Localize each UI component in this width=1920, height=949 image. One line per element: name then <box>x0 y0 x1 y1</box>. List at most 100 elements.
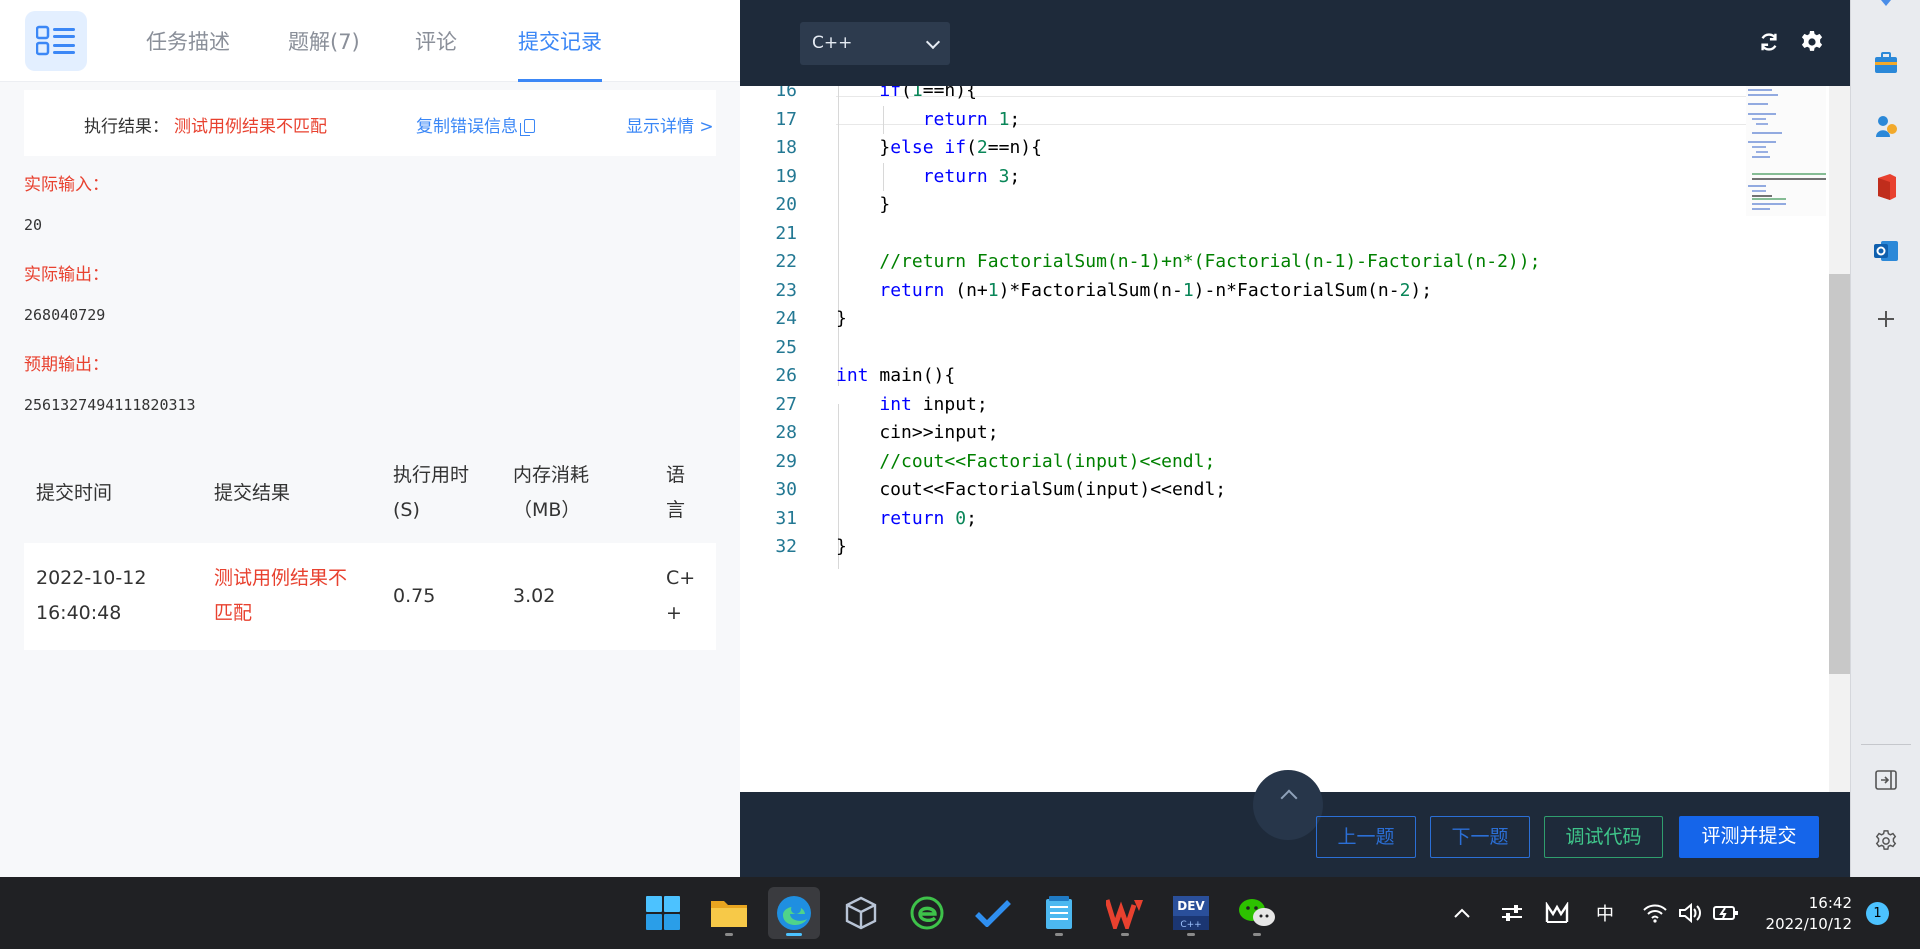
result-value: 测试用例结果不匹配 <box>174 117 327 137</box>
prev-problem-button[interactable]: 上一题 <box>1316 816 1416 858</box>
running-indicator <box>725 933 733 936</box>
header-language: 语言 <box>666 458 685 528</box>
line-code: return 1; <box>922 108 1021 130</box>
line-number: 21 <box>775 222 797 244</box>
header-submit-time: 提交时间 <box>36 482 113 504</box>
language-select[interactable]: C++ <box>800 22 950 65</box>
wechat-icon <box>1239 899 1275 926</box>
office-icon[interactable] <box>1872 173 1900 201</box>
taskbar-browser[interactable] <box>901 887 953 939</box>
taskbar-file-explorer[interactable] <box>703 887 755 939</box>
table-row[interactable]: 2022-10-12 16:40:48 测试用例结果不 匹配 0.75 3.02 C… <box>24 543 716 650</box>
expected-output-value: 2561327494111820313 <box>24 396 196 414</box>
code-editor[interactable]: 16 if(1==n){17 return 1; 18 }else if(2==n… <box>740 86 1850 792</box>
header-memory: 内存消耗 （MB） <box>513 458 589 528</box>
row-memory: 3.02 <box>513 585 556 607</box>
input-method-icon[interactable] <box>1545 902 1569 924</box>
taskbar-devcpp[interactable]: DEV C++ <box>1165 887 1217 939</box>
refresh-icon[interactable] <box>1758 31 1780 53</box>
taskbar-notepad[interactable] <box>1033 887 1085 939</box>
debug-code-button[interactable]: 调试代码 <box>1544 816 1663 858</box>
add-icon[interactable] <box>1872 305 1900 333</box>
line-code: //cout<<Factorial(input)<<endl; <box>879 450 1216 472</box>
line-number: 30 <box>775 479 797 500</box>
line-number: 16 <box>775 86 797 101</box>
actual-output-label: 实际输出： <box>24 265 109 285</box>
gear-icon[interactable] <box>1800 30 1824 54</box>
row-time: 16:40:48 <box>36 602 122 624</box>
browser-sidebar <box>1850 0 1920 877</box>
folder-icon <box>711 901 747 927</box>
taskbar-edge[interactable] <box>768 887 820 939</box>
header-language-line1: 语 <box>666 464 686 486</box>
show-hidden-icons-icon[interactable] <box>1453 907 1471 919</box>
devcpp-label: DEV <box>1177 899 1205 913</box>
row-language-line2: + <box>666 602 682 624</box>
tab-comments[interactable]: 评论 <box>415 0 457 82</box>
taskbar-todo[interactable] <box>967 887 1019 939</box>
row-submit-time: 2022-10-12 16:40:48 <box>36 561 146 631</box>
next-problem-button[interactable]: 下一题 <box>1430 816 1530 858</box>
result-label: 执行结果： <box>84 117 169 137</box>
line-code: return (n+1)*FactorialSum(n-1)-n*Factori… <box>879 279 1433 301</box>
copy-error-button[interactable]: 复制错误信息 <box>416 112 535 137</box>
taskbar-wps[interactable] <box>1099 887 1151 939</box>
taskbar: DEV C++ 中 16:42 2022/10/12 1 <box>0 877 1920 949</box>
line-number: 17 <box>775 108 797 130</box>
line-number: 27 <box>775 393 797 415</box>
line-number: 18 <box>775 137 797 158</box>
header-language-line2: 言 <box>666 499 686 521</box>
shopping-icon[interactable] <box>1872 0 1900 18</box>
system-clock[interactable]: 16:42 2022/10/12 <box>1760 893 1852 935</box>
editor-toolbar: C++ <box>740 0 1850 86</box>
show-details-link[interactable]: 显示详情 > <box>626 112 714 137</box>
start-button[interactable] <box>637 887 689 939</box>
line-number: 29 <box>775 450 797 472</box>
battery-icon[interactable] <box>1713 903 1739 923</box>
execution-result-bar: 执行结果： 测试用例结果不匹配 复制错误信息 显示详情 > <box>24 90 716 156</box>
expand-console-button[interactable] <box>1253 770 1323 840</box>
wifi-icon[interactable] <box>1643 903 1667 923</box>
line-code: if(1==n){ <box>879 86 977 101</box>
row-language: C+ + <box>666 561 695 631</box>
notification-badge[interactable]: 1 <box>1866 902 1889 925</box>
line-number: 20 <box>775 194 797 215</box>
line-code: cout<<FactorialSum(input)<<endl; <box>836 479 1227 500</box>
running-indicator <box>1055 933 1063 936</box>
line-code: int main(){ <box>836 365 956 386</box>
vertical-scrollbar[interactable] <box>1829 274 1850 674</box>
header-memory-line1: 内存消耗 <box>513 464 590 486</box>
outlook-icon[interactable] <box>1872 237 1900 265</box>
wps-icon <box>1106 899 1143 929</box>
e-browser-icon <box>910 896 944 930</box>
row-date: 2022-10-12 <box>36 567 147 589</box>
sidebar-settings-icon[interactable] <box>1872 827 1900 855</box>
line-code: return 0; <box>879 507 977 529</box>
tab-task-description[interactable]: 任务描述 <box>146 0 230 82</box>
taskbar-virtualbox[interactable] <box>835 887 887 939</box>
windows-icon <box>646 896 680 930</box>
submit-button[interactable]: 评测并提交 <box>1679 816 1819 858</box>
ime-indicator[interactable]: 中 <box>1596 900 1614 926</box>
submission-table: 提交时间 提交结果 执行用时 (S) 内存消耗 （MB） 语言 2022-10-12… <box>24 445 716 650</box>
line-code: return 3; <box>922 165 1021 187</box>
tab-solutions[interactable]: 题解(7) <box>288 0 360 82</box>
copy-icon <box>520 119 535 136</box>
code-minimap[interactable] <box>1746 86 1826 216</box>
games-icon[interactable] <box>1872 112 1900 140</box>
line-number: 24 <box>775 308 797 329</box>
header-submit-result: 提交结果 <box>214 482 291 504</box>
cube-icon <box>845 896 877 930</box>
header-runtime: 执行用时 (S) <box>393 458 469 528</box>
line-number: 31 <box>775 507 797 529</box>
line-number: 23 <box>775 279 797 301</box>
taskbar-wechat[interactable] <box>1231 887 1283 939</box>
network-adapter-icon[interactable] <box>1500 901 1524 925</box>
notepad-icon <box>1046 896 1072 929</box>
volume-icon[interactable] <box>1678 903 1702 923</box>
toolbox-icon[interactable] <box>1872 49 1900 77</box>
menu-button[interactable] <box>25 11 87 71</box>
list-menu-icon <box>36 25 75 56</box>
hide-sidebar-icon[interactable] <box>1872 766 1900 794</box>
tab-submissions[interactable]: 提交记录 <box>518 0 602 82</box>
